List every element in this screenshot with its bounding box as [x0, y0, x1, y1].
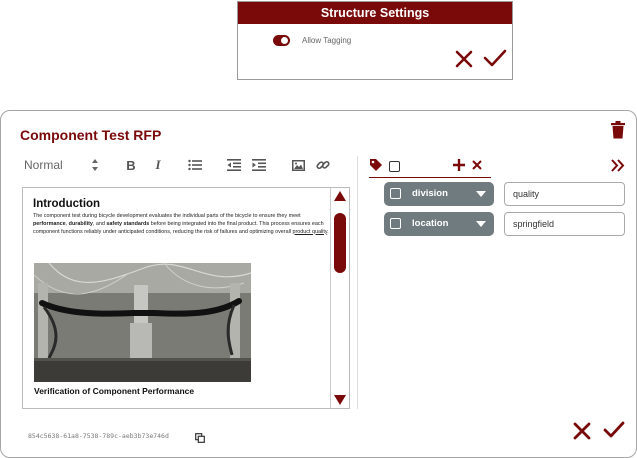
- tag-checkbox[interactable]: [390, 218, 401, 229]
- trash-icon[interactable]: [610, 121, 626, 139]
- tag-value-input[interactable]: quality: [504, 182, 625, 206]
- bullet-list-icon: [188, 159, 202, 171]
- tag-icon: [370, 159, 382, 171]
- caret-down-icon: [476, 191, 486, 197]
- chevron-double-right-icon[interactable]: [611, 159, 625, 172]
- document-id: 854c5638-61a8-7538-789c-aeb3b73e746d: [28, 432, 169, 440]
- tag-row: division quality: [384, 182, 626, 206]
- outdent-button[interactable]: [226, 157, 242, 173]
- document-card: Component Test RFP Normal B I Introducti…: [0, 110, 637, 458]
- tag-value-input[interactable]: springfield: [504, 212, 625, 236]
- allow-tagging-label: Allow Tagging: [302, 36, 352, 45]
- tag-checkbox[interactable]: [390, 188, 401, 199]
- save-icon[interactable]: [603, 421, 625, 439]
- scroll-down-icon[interactable]: [334, 395, 346, 405]
- confirm-icon[interactable]: [483, 48, 507, 68]
- link-button[interactable]: [315, 157, 331, 173]
- indent-button[interactable]: [251, 157, 267, 173]
- caret-down-icon: [476, 221, 486, 227]
- image-icon: [291, 159, 305, 171]
- tag-toolbar-underline: [369, 177, 491, 178]
- tag-name-select[interactable]: division: [384, 182, 494, 206]
- panel-divider: [357, 156, 358, 409]
- structure-settings-panel: Structure Settings Allow Tagging: [237, 1, 513, 80]
- page-title: Component Test RFP: [20, 127, 162, 143]
- scroll-thumb[interactable]: [334, 213, 346, 273]
- cancel-icon[interactable]: [454, 49, 474, 69]
- tag-name: division: [412, 188, 448, 199]
- italic-button[interactable]: I: [150, 157, 166, 173]
- link-icon: [316, 160, 330, 170]
- select-arrows-icon[interactable]: [91, 158, 99, 172]
- structure-settings-title: Structure Settings: [238, 2, 512, 24]
- bold-button[interactable]: B: [123, 157, 139, 173]
- editor-content[interactable]: Introduction The component test during b…: [33, 198, 333, 236]
- rich-text-editor[interactable]: Introduction The component test during b…: [22, 187, 350, 409]
- add-tag-icon[interactable]: [452, 158, 466, 172]
- indent-icon: [252, 159, 266, 171]
- tag-name: location: [412, 218, 449, 229]
- tag-toolbar: [369, 157, 631, 178]
- allow-tagging-toggle[interactable]: [273, 35, 290, 46]
- remove-tag-icon[interactable]: [472, 160, 482, 170]
- editor-scrollbar[interactable]: [330, 188, 349, 408]
- cancel-icon[interactable]: [573, 422, 591, 440]
- editor-subheading: Verification of Component Performance: [34, 386, 195, 396]
- tag-row: location springfield: [384, 212, 626, 236]
- format-select[interactable]: Normal: [24, 158, 63, 172]
- editor-paragraph: The component test during bicycle develo…: [33, 213, 329, 235]
- outdent-icon: [227, 159, 241, 171]
- copy-icon[interactable]: [195, 433, 205, 443]
- scroll-up-icon[interactable]: [334, 191, 346, 201]
- bullet-list-button[interactable]: [187, 157, 203, 173]
- select-all-checkbox[interactable]: [389, 161, 400, 172]
- image-button[interactable]: [290, 157, 306, 173]
- test-rig-photo: [34, 263, 251, 382]
- editor-heading: Introduction: [33, 198, 101, 210]
- tag-name-select[interactable]: location: [384, 212, 494, 236]
- editor-toolbar: Normal B I: [21, 155, 341, 177]
